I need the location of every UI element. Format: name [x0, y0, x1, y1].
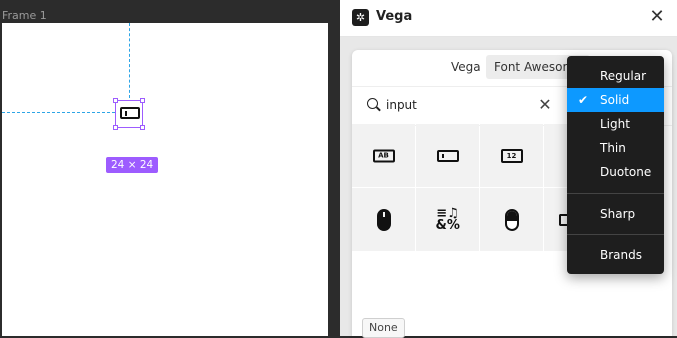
menu-item-brands[interactable]: Brands: [567, 243, 664, 267]
title-bar: ✲ Vega ✕: [340, 0, 677, 37]
search-input[interactable]: [386, 95, 526, 115]
menu-item-label: Solid: [600, 93, 630, 107]
menu-item-thin[interactable]: Thin: [567, 136, 664, 160]
menu-item-light[interactable]: Light: [567, 112, 664, 136]
tab-vega[interactable]: Vega: [443, 55, 489, 79]
design-canvas[interactable]: Frame 1 24 × 24: [0, 0, 340, 336]
resize-handle-bottom-right[interactable]: [140, 125, 145, 130]
icon-cell[interactable]: [352, 188, 415, 251]
menu-item-regular[interactable]: Regular: [567, 64, 664, 88]
icon-cell[interactable]: [416, 124, 479, 187]
check-icon: ✔: [578, 93, 589, 107]
resize-handle-top-right[interactable]: [140, 98, 145, 103]
computer-mouse-outline-icon: [504, 208, 519, 231]
horizontal-guide: [2, 112, 115, 113]
window-title: Vega: [376, 9, 413, 24]
selected-icon-layer[interactable]: [113, 98, 145, 130]
vertical-guide: [129, 23, 130, 98]
search-icon: [367, 98, 378, 109]
input-text-icon: AB: [372, 149, 395, 162]
icon-cell[interactable]: [480, 188, 543, 251]
icon-cell[interactable]: ≡♫ &%: [416, 188, 479, 251]
close-icon[interactable]: ✕: [647, 7, 667, 27]
menu-divider: [567, 193, 664, 194]
none-button[interactable]: None: [362, 318, 405, 338]
frame[interactable]: 24 × 24: [2, 23, 328, 336]
frame-label[interactable]: Frame 1: [2, 9, 47, 22]
menu-item-sharp[interactable]: Sharp: [567, 202, 664, 226]
icon-cell[interactable]: AB: [352, 124, 415, 187]
input-numeric-icon: 12: [500, 148, 523, 163]
clear-search-icon[interactable]: ✕: [538, 95, 552, 115]
size-badge: 24 × 24: [106, 157, 159, 173]
resize-handle-bottom-left[interactable]: [113, 125, 118, 130]
vega-logo-icon: ✲: [352, 9, 369, 26]
text-input-icon: [120, 107, 140, 119]
text-input-icon: [436, 149, 459, 162]
icon-cell[interactable]: 12: [480, 124, 543, 187]
menu-item-solid[interactable]: ✔ Solid: [567, 88, 664, 112]
menu-item-duotone[interactable]: Duotone: [567, 160, 664, 184]
symbols-icon: ≡♫ &%: [435, 205, 460, 233]
menu-divider: [567, 234, 664, 235]
computer-mouse-icon: [376, 208, 391, 231]
style-dropdown-menu: Regular ✔ Solid Light Thin Duotone Sharp…: [567, 56, 664, 274]
resize-handle-top-left[interactable]: [113, 98, 118, 103]
